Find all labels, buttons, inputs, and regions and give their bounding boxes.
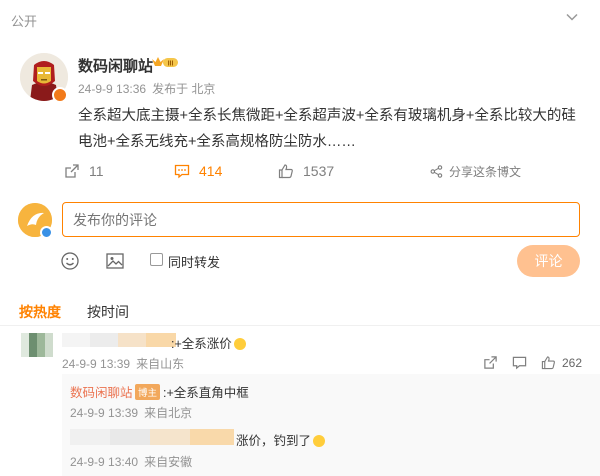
sort-tab-time[interactable]: 按时间 xyxy=(87,302,129,322)
post-meta: 24-9-9 13:36 发布于 北京 xyxy=(78,80,221,97)
commenter-avatar-blurred[interactable] xyxy=(21,333,53,357)
repost-icon xyxy=(65,164,79,178)
share-label: 分享这条博文 xyxy=(449,165,522,179)
reply-text: :+全系直角中框 xyxy=(163,386,249,400)
comment-button[interactable]: 414 xyxy=(174,163,222,179)
thumbs-up-icon xyxy=(278,164,293,179)
post-author-name[interactable]: 数码闲聊站 xyxy=(78,55,153,76)
post-timestamp[interactable]: 24-9-9 13:36 xyxy=(78,82,146,96)
post-action-bar: 11 414 1537 分享这条博文 xyxy=(0,163,600,183)
post-text: 全系超大底主摄+全系长焦微距+全系超声波+全系有玻璃机身+全系比较大的硅电池+全… xyxy=(78,108,576,150)
reply-timestamp: 24-9-9 13:40 xyxy=(70,455,139,469)
verified-badge-icon xyxy=(52,87,68,103)
comment-timestamp: 24-9-9 13:39 xyxy=(62,357,131,371)
comment-icon xyxy=(174,164,190,179)
emoji-button[interactable] xyxy=(60,251,80,271)
comment-like-count: 262 xyxy=(562,356,583,370)
share-icon xyxy=(430,165,443,178)
share-button[interactable]: 分享这条博文 xyxy=(430,163,521,180)
image-upload-button[interactable] xyxy=(105,251,125,271)
visibility-label: 公开 xyxy=(11,14,38,29)
reply-meta: 24-9-9 13:39 来自北京 xyxy=(70,404,198,421)
comment-input[interactable] xyxy=(62,202,580,237)
crown-badge-icon: III xyxy=(151,55,179,72)
post-source: 发布于 北京 xyxy=(152,82,216,96)
reply-location: 来自安徽 xyxy=(144,455,193,469)
reply-location: 来自北京 xyxy=(144,406,193,420)
reply-author-blurred[interactable] xyxy=(70,429,234,445)
like-button[interactable]: 1537 xyxy=(278,163,334,179)
like-count: 1537 xyxy=(303,163,335,179)
chevron-down-icon xyxy=(566,13,578,21)
verified-badge-icon xyxy=(40,226,53,239)
submit-comment-button[interactable]: 评论 xyxy=(517,245,580,277)
comment-meta: 24-9-9 13:39 来自山东 xyxy=(62,355,190,372)
commenter-name-blurred[interactable] xyxy=(62,333,176,347)
repost-count: 11 xyxy=(89,163,104,179)
comment-repost-button[interactable] xyxy=(483,355,499,371)
comment-reply-button[interactable] xyxy=(512,355,528,371)
repost-icon xyxy=(484,356,497,369)
emoji-icon xyxy=(233,338,246,350)
reply-author-name[interactable]: 数码闲聊站 xyxy=(70,382,133,401)
reply-meta: 24-9-9 13:40 来自安徽 xyxy=(70,453,198,470)
blogger-tag: 博主 xyxy=(135,384,161,400)
reply-text: 涨价，钓到了 xyxy=(236,430,326,449)
comment-location: 来自山东 xyxy=(136,357,185,371)
sort-tab-hot[interactable]: 按热度 xyxy=(19,302,61,322)
image-icon xyxy=(106,253,124,269)
badge-level-text: III xyxy=(168,60,174,67)
emoji-icon xyxy=(61,252,79,270)
emoji-icon xyxy=(313,435,326,447)
thumbs-up-icon xyxy=(541,356,555,370)
more-options-button[interactable] xyxy=(565,10,585,30)
repost-button[interactable]: 11 xyxy=(64,163,104,179)
comment-like-button[interactable] xyxy=(541,355,557,371)
reply-timestamp: 24-9-9 13:39 xyxy=(70,406,139,420)
repost-checkbox-label[interactable]: 同时转发 xyxy=(168,252,220,271)
comment-count: 414 xyxy=(199,163,223,179)
divider xyxy=(0,325,600,326)
comment-icon xyxy=(512,356,527,370)
repost-checkbox[interactable] xyxy=(150,253,163,266)
comment-text: :+全系涨价 xyxy=(171,333,246,352)
